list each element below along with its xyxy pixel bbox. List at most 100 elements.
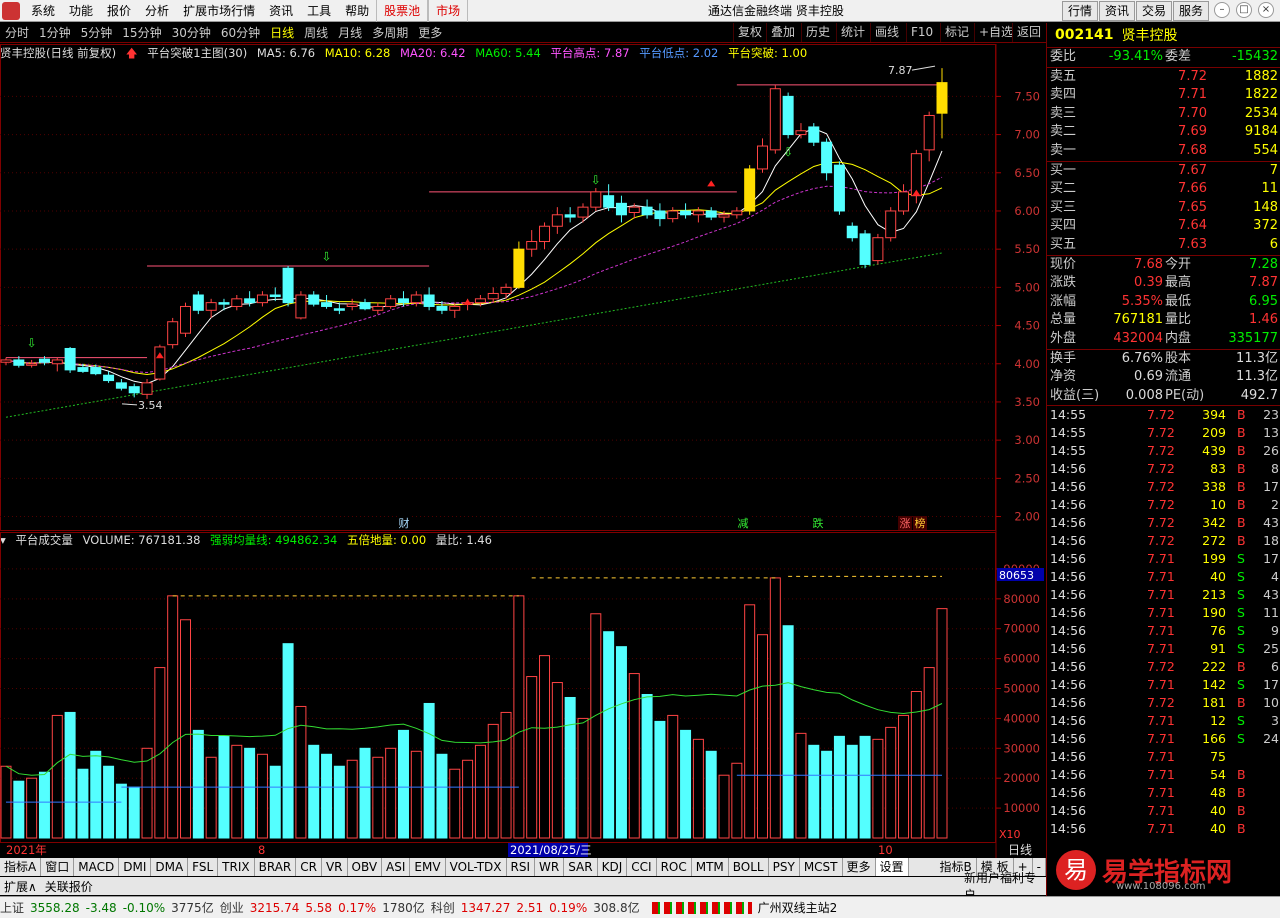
tick-side: B	[1237, 785, 1246, 801]
related-quote-tab[interactable]: 关联报价	[41, 878, 97, 895]
indicator-tab-14[interactable]: RSI	[507, 858, 536, 876]
candle	[308, 291, 320, 307]
menu-help[interactable]: 帮助	[338, 0, 376, 22]
ask-row[interactable]: 卖一 7.68 554	[1047, 142, 1280, 161]
bid-row[interactable]: 买二 7.66 11	[1047, 180, 1280, 199]
indicator-tab-7[interactable]: BRAR	[255, 858, 297, 876]
period-30min[interactable]: 30分钟	[167, 24, 216, 41]
volume-panel[interactable]: ▾ 平台成交量 VOLUME: 767181.38 强弱均量线: 494862.…	[0, 532, 1046, 858]
indicator-tab-17[interactable]: KDJ	[598, 858, 628, 876]
f10-button[interactable]: F10	[906, 23, 937, 42]
tick-list[interactable]: 14:55 7.72 394 B 23 14:55 7.72 209 B 13 14:55 7.72 4…	[1047, 406, 1280, 838]
close-icon[interactable]: ×	[1258, 2, 1274, 18]
date-axis-label: 2021/08/25/三	[510, 843, 592, 857]
quote-tab-button[interactable]: 行情	[1062, 1, 1098, 21]
indicator-tab-13[interactable]: VOL-TDX	[446, 858, 507, 876]
indicator-tab-16[interactable]: SAR	[564, 858, 598, 876]
tick-side: S	[1237, 587, 1245, 603]
tick-row: 14:56 7.72 338 B 17	[1047, 478, 1280, 496]
menu-market[interactable]: 市场	[428, 0, 469, 22]
maximize-icon[interactable]: □	[1236, 2, 1252, 18]
period-60min[interactable]: 60分钟	[216, 24, 265, 41]
indicator-tab-5[interactable]: FSL	[188, 858, 219, 876]
indicator-tab-6[interactable]: TRIX	[218, 858, 255, 876]
volume-bar	[205, 756, 217, 839]
menu-news[interactable]: 资讯	[262, 0, 300, 22]
period-multi[interactable]: 多周期	[367, 24, 413, 41]
indicator-tab-12[interactable]: EMV	[410, 858, 446, 876]
candle	[577, 203, 589, 223]
period-weekly[interactable]: 周线	[299, 24, 333, 41]
indicator-tab-4[interactable]: DMA	[151, 858, 189, 876]
indicator-tab-20[interactable]: MTM	[692, 858, 729, 876]
indicator-tab-21[interactable]: BOLL	[729, 858, 769, 876]
ask-row[interactable]: 卖二 7.69 9184	[1047, 123, 1280, 142]
menu-function[interactable]: 功能	[62, 0, 100, 22]
indicator-tab-18[interactable]: CCI	[627, 858, 657, 876]
price-tick-label: 5.00	[1014, 280, 1040, 294]
period-1min[interactable]: 1分钟	[34, 24, 76, 41]
indicator-tab-9[interactable]: VR	[322, 858, 348, 876]
tick-volume: 76	[1210, 623, 1226, 639]
indicator-tab-19[interactable]: ROC	[657, 858, 692, 876]
indicator-tab-10[interactable]: OBV	[348, 858, 383, 876]
back-button[interactable]: 返回	[1012, 23, 1045, 42]
tick-side: B	[1237, 479, 1246, 495]
kline-panel[interactable]: 贤丰控股(日线 前复权) 🡅 平台突破1主图(30) MA5: 6.76 MA1…	[0, 44, 1046, 532]
mark-button[interactable]: 标记	[940, 23, 973, 42]
tick-price: 7.72	[1147, 659, 1175, 675]
period-intraday[interactable]: 分时	[0, 24, 34, 41]
indicator-tab-0[interactable]: 指标A	[0, 858, 42, 876]
indicator-tab-8[interactable]: CR	[296, 858, 322, 876]
indicator-tab-25[interactable]: 设置	[875, 858, 909, 876]
ask-book: 卖五 7.72 1882 卖四 7.71 1822 卖三 7.70 2534 卖二 7.69 9184…	[1047, 68, 1280, 161]
candle	[590, 188, 602, 211]
bid-row[interactable]: 买三 7.65 148	[1047, 199, 1280, 218]
menu-stock-pool[interactable]: 股票池	[376, 0, 429, 22]
ask-row[interactable]: 卖五 7.72 1882	[1047, 68, 1280, 87]
ask-row[interactable]: 卖四 7.71 1822	[1047, 86, 1280, 105]
indicator-tab-15[interactable]: WR	[535, 858, 565, 876]
bid-row[interactable]: 买四 7.64 372	[1047, 217, 1280, 236]
news-tab-button[interactable]: 资讯	[1099, 1, 1135, 21]
server-name[interactable]: 广州双线主站2	[758, 899, 838, 916]
history-button[interactable]: 历史	[801, 23, 834, 42]
period-15min[interactable]: 15分钟	[117, 24, 166, 41]
tick-side: B	[1237, 659, 1246, 675]
volume-bar	[795, 732, 807, 839]
indicator-tab-11[interactable]: ASI	[382, 858, 411, 876]
adjust-button[interactable]: 复权	[733, 23, 766, 42]
stat-value: 432004	[1113, 330, 1163, 346]
tick-volume: 142	[1202, 677, 1226, 693]
tick-count: 11	[1263, 605, 1279, 621]
period-monthly[interactable]: 月线	[333, 24, 367, 41]
bid-row[interactable]: 买五 7.63 6	[1047, 236, 1280, 255]
indicator-tab-2[interactable]: MACD	[74, 858, 120, 876]
index-field: 0.17%	[338, 900, 377, 915]
menu-analysis[interactable]: 分析	[138, 0, 176, 22]
menu-quote[interactable]: 报价	[100, 0, 138, 22]
indicator-tab-22[interactable]: PSY	[769, 858, 800, 876]
period-daily[interactable]: 日线	[265, 24, 299, 41]
period-5min[interactable]: 5分钟	[76, 24, 118, 41]
stats-button[interactable]: 统计	[836, 23, 869, 42]
menu-system[interactable]: 系统	[24, 0, 62, 22]
menu-extended-market[interactable]: 扩展市场行情	[176, 0, 262, 22]
overlay-button[interactable]: 叠加	[766, 23, 799, 42]
ask-row[interactable]: 卖三 7.70 2534	[1047, 105, 1280, 124]
draw-line-button[interactable]: 画线	[870, 23, 903, 42]
trade-tab-button[interactable]: 交易	[1136, 1, 1172, 21]
price-tick-label: 3.00	[1014, 433, 1040, 447]
indicator-tab-3[interactable]: DMI	[119, 858, 152, 876]
indicator-tab-24[interactable]: 更多	[843, 858, 876, 876]
minimize-icon[interactable]: –	[1214, 2, 1230, 18]
period-more[interactable]: 更多	[413, 24, 447, 41]
menu-tools[interactable]: 工具	[300, 0, 338, 22]
bid-row[interactable]: 买一 7.67 7	[1047, 162, 1280, 181]
add-watchlist-button[interactable]: +自选	[974, 23, 1017, 42]
service-tab-button[interactable]: 服务	[1173, 1, 1209, 21]
indicator-tab-23[interactable]: MCST	[800, 858, 843, 876]
indicator-tab-1[interactable]: 窗口	[41, 858, 75, 876]
extension-toggle[interactable]: 扩展∧	[0, 878, 41, 895]
price-tick-label: 5.50	[1014, 242, 1040, 256]
